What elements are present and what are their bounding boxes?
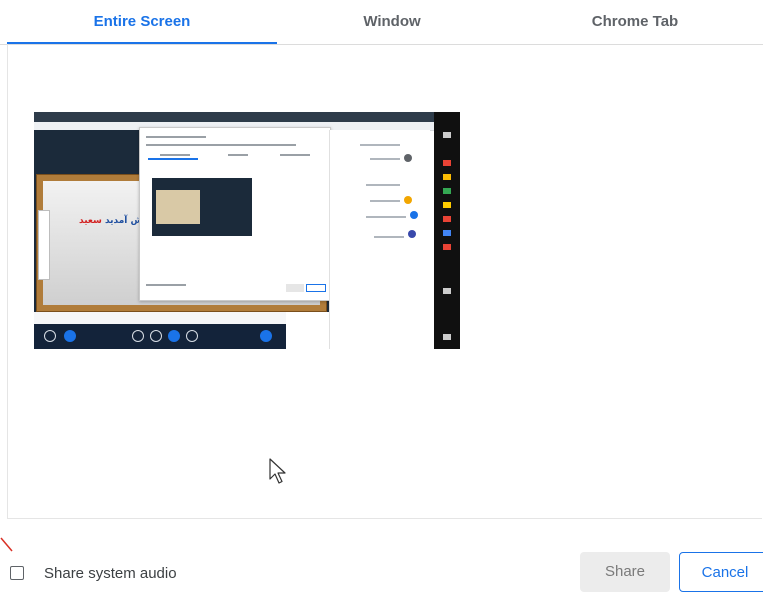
thumbnail-side-panel xyxy=(329,130,430,349)
source-tabs: Entire Screen Window Chrome Tab xyxy=(0,0,763,45)
share-audio-label: Share system audio xyxy=(44,565,177,582)
thumbnail-control-icon xyxy=(186,330,198,342)
tab-entire-screen[interactable]: Entire Screen xyxy=(7,0,277,44)
tab-chrome-tab[interactable]: Chrome Tab xyxy=(507,0,763,43)
screen-thumbnail[interactable]: خوش آمدید سعید xyxy=(34,112,460,349)
red-annotation-mark xyxy=(0,537,13,552)
thumbnail-control-icon xyxy=(132,330,144,342)
mouse-cursor-icon xyxy=(269,458,286,484)
thumbnail-browser-tabs xyxy=(34,112,460,122)
thumbnail-control-icon xyxy=(64,330,76,342)
thumbnail-control-icon xyxy=(44,330,56,342)
thumbnail-side-toolbar xyxy=(38,210,50,280)
thumbnail-status-strip xyxy=(34,312,286,324)
tab-window[interactable]: Window xyxy=(277,0,507,43)
thumbnail-control-icon xyxy=(168,330,180,342)
cancel-button[interactable]: Cancel xyxy=(679,552,763,592)
board-text-red: سعید xyxy=(79,216,102,226)
thumbnail-plus-icon xyxy=(260,330,272,342)
thumbnail-share-dialog xyxy=(139,127,331,301)
share-button[interactable]: Share xyxy=(580,552,670,592)
share-audio-checkbox[interactable] xyxy=(10,566,24,580)
thumbnail-taskbar xyxy=(434,112,460,349)
thumbnail-control-icon xyxy=(150,330,162,342)
